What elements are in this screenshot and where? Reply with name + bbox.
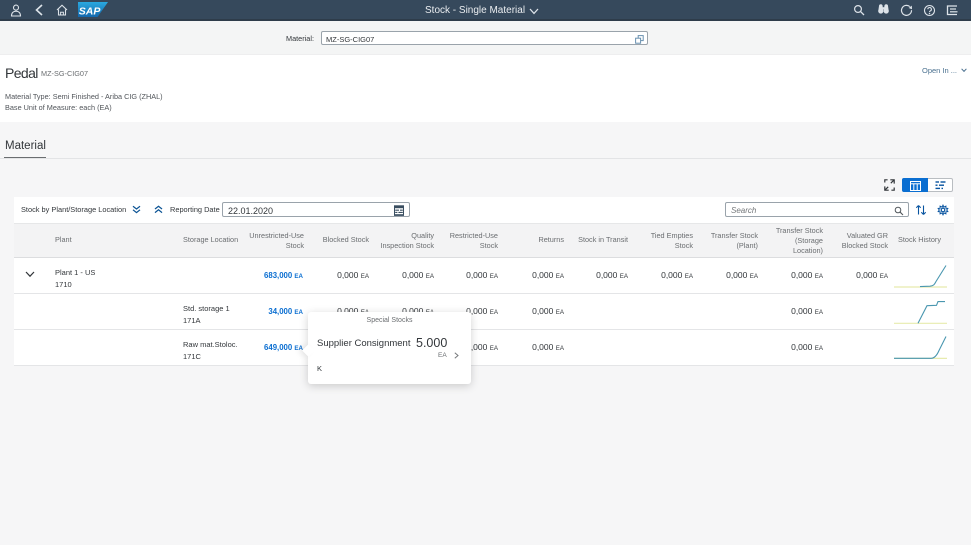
svg-text:SAP: SAP bbox=[79, 5, 102, 17]
